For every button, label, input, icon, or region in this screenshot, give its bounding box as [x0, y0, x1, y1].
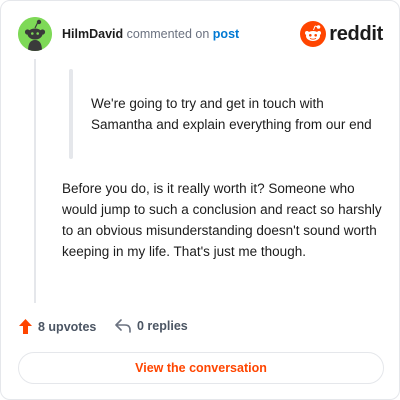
- comment-card: HilmDavid commented on post reddit We're…: [0, 0, 400, 400]
- post-link[interactable]: post: [213, 27, 239, 41]
- reddit-logo-icon: [300, 21, 327, 47]
- comment-body: Before you do, is it really worth it? So…: [62, 181, 382, 259]
- reddit-logo[interactable]: reddit: [300, 21, 383, 47]
- upvotes-stat[interactable]: 8 upvotes: [19, 319, 96, 334]
- snoo-avatar-icon: [18, 17, 52, 51]
- replies-stat[interactable]: 0 replies: [115, 319, 188, 333]
- reddit-wordmark: reddit: [329, 23, 383, 45]
- reply-arrow-icon: [115, 319, 131, 333]
- username[interactable]: HilmDavid: [62, 27, 123, 41]
- replies-count: 0 replies: [137, 319, 188, 333]
- view-conversation-button[interactable]: View the conversation: [18, 352, 384, 384]
- quoted-parent-comment: We're going to try and get in touch with…: [91, 96, 372, 132]
- thread-line: [34, 59, 36, 303]
- upvote-arrow-icon: [19, 319, 32, 334]
- upvotes-count: 8 upvotes: [38, 319, 97, 334]
- commented-label: commented on: [126, 27, 210, 41]
- comment-header: HilmDavid commented on post: [62, 26, 239, 42]
- user-avatar[interactable]: [18, 17, 52, 51]
- quote-bar: [69, 69, 73, 159]
